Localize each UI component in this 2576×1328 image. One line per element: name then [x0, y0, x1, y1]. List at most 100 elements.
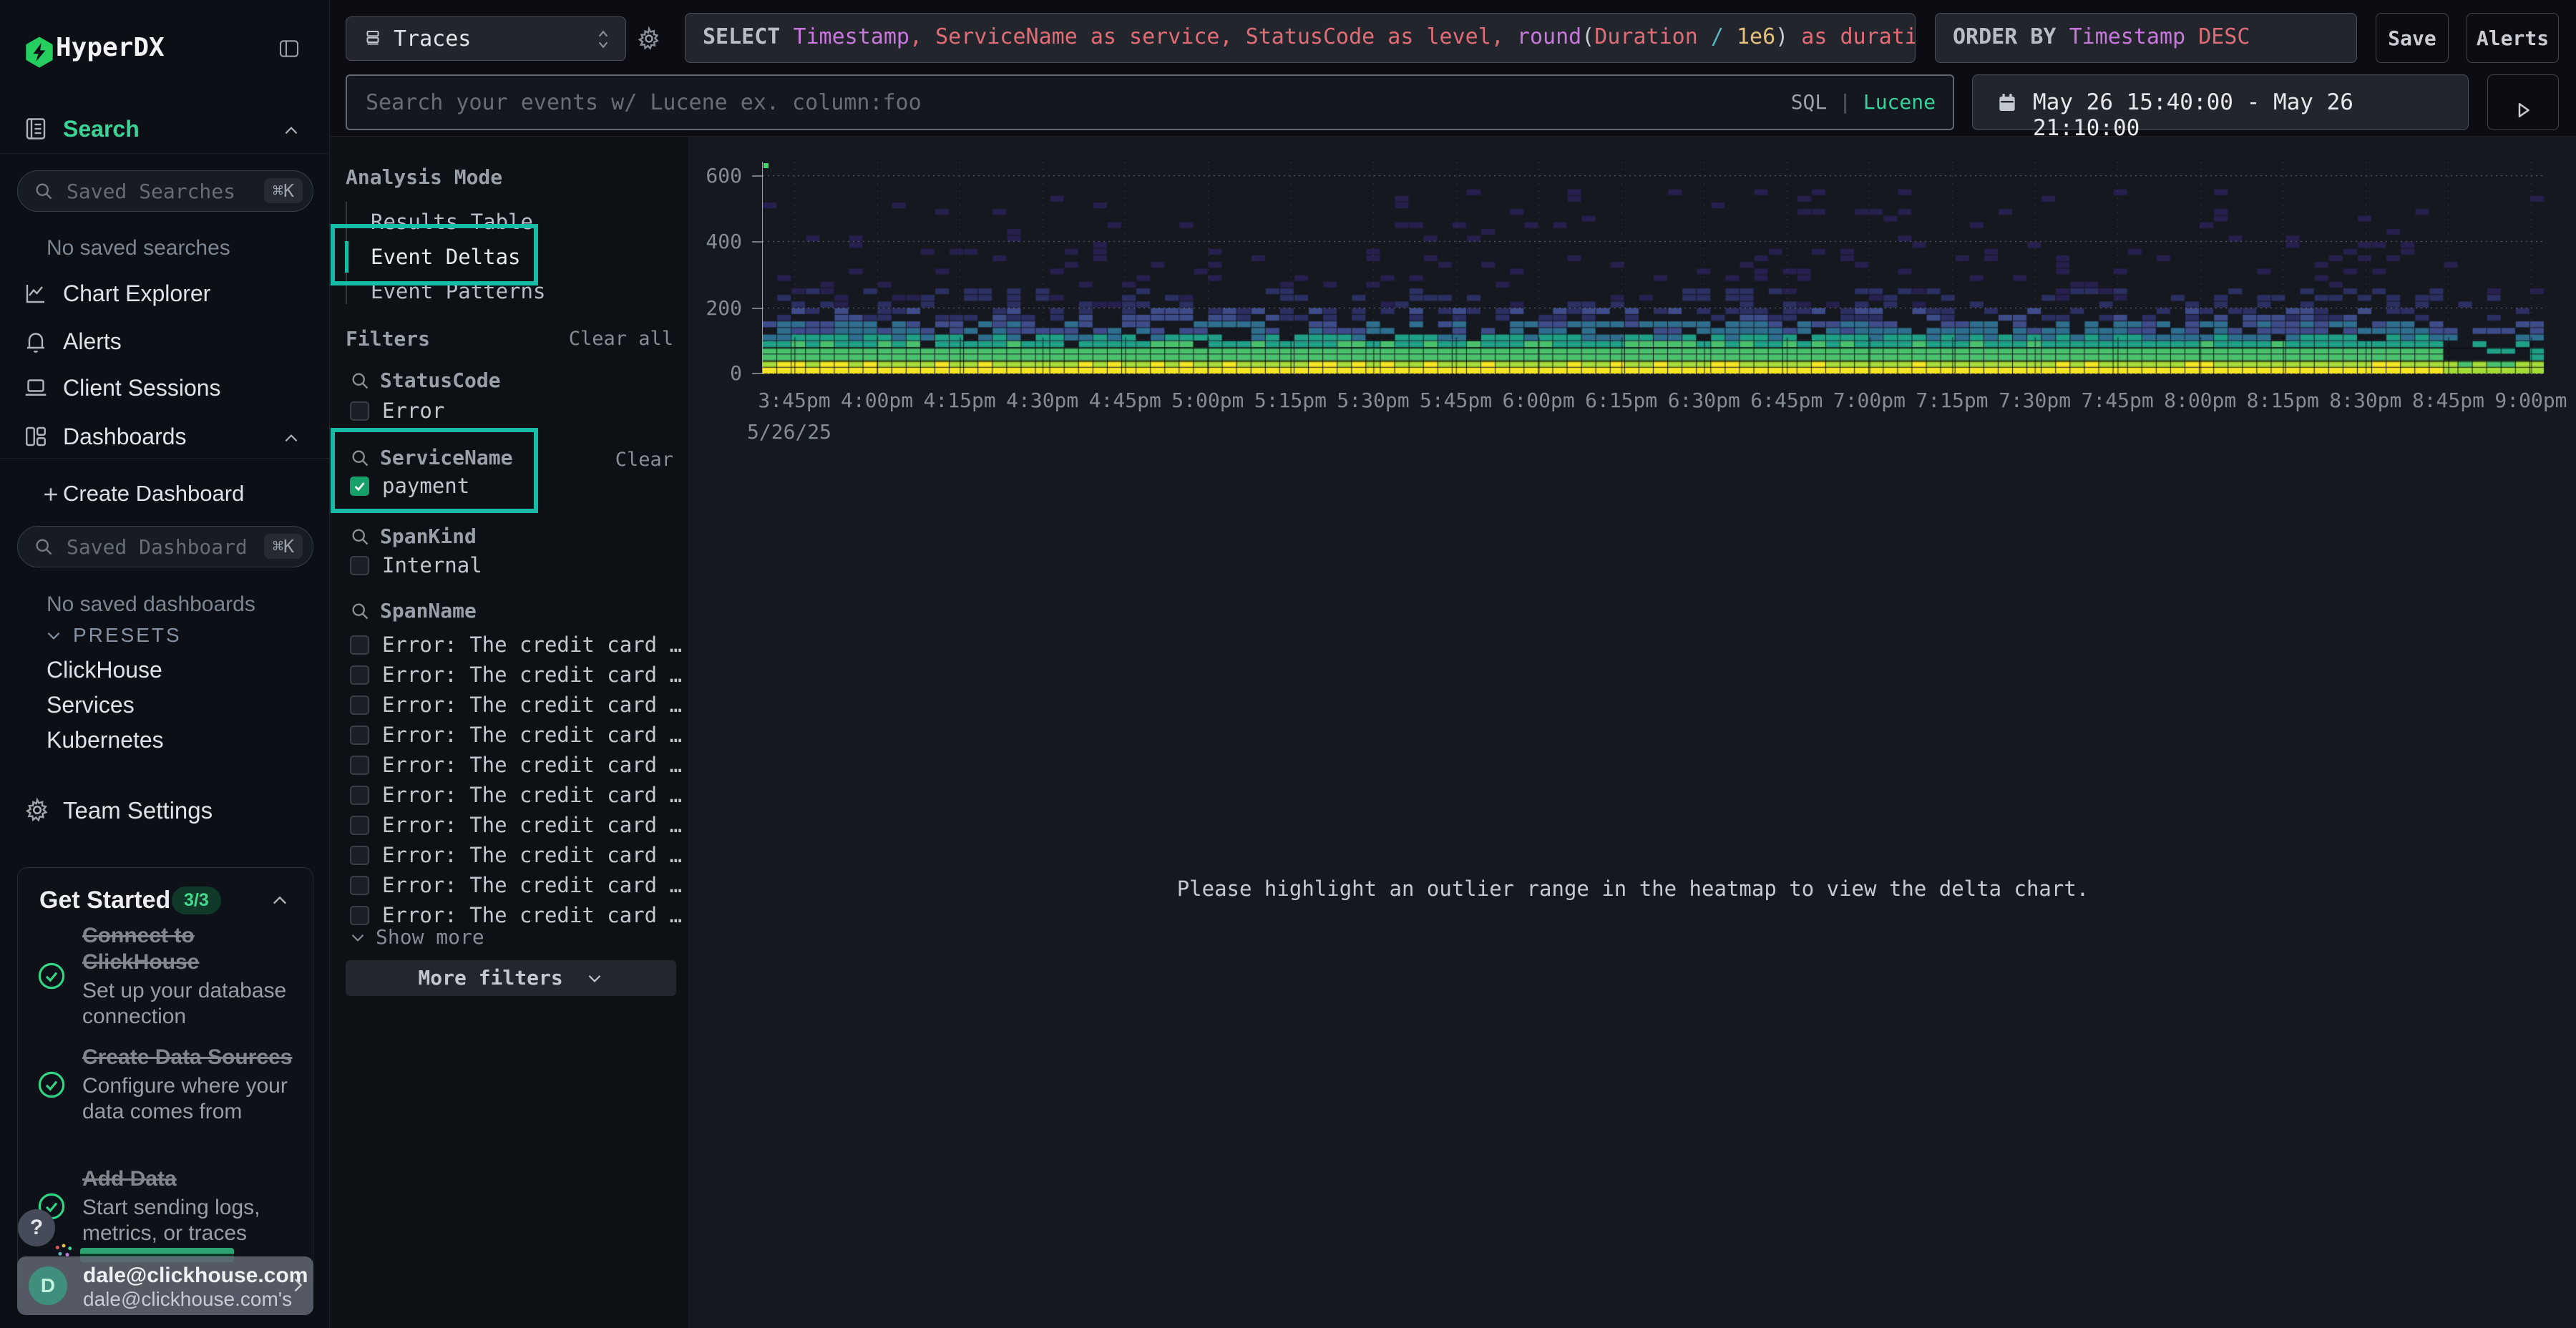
- checkbox-unchecked[interactable]: [350, 846, 369, 865]
- filter-option-spanname[interactable]: Error: The credit card …: [350, 903, 682, 927]
- filter-option-label: Error: The credit card …: [382, 843, 682, 867]
- search-icon: [34, 537, 54, 557]
- sidebar-item-client-sessions[interactable]: Client Sessions: [0, 374, 329, 405]
- source-select[interactable]: Traces: [346, 16, 626, 61]
- checkbox-unchecked[interactable]: [350, 695, 369, 715]
- help-button[interactable]: ?: [18, 1209, 55, 1246]
- filter-option-label: Error: The credit card …: [382, 723, 682, 747]
- chevron-down-icon: [348, 928, 367, 947]
- sidebar-item-dashboards[interactable]: Dashboards: [0, 422, 329, 454]
- filter-option-spanname[interactable]: Error: The credit card …: [350, 813, 682, 837]
- filter-option-spanname[interactable]: Error: The credit card …: [350, 663, 682, 687]
- saved-dashboards-search[interactable]: ⌘K: [17, 526, 313, 567]
- get-started-item[interactable]: Add Data Start sending logs, metrics, or…: [36, 1166, 294, 1246]
- x-axis-tick-label: 5:30pm: [1327, 389, 1420, 412]
- avatar: D: [29, 1266, 67, 1305]
- sql-token: ,: [909, 24, 935, 49]
- more-filters-button[interactable]: More filters: [346, 960, 676, 996]
- search-icon[interactable]: [350, 371, 370, 391]
- filter-option-spanname[interactable]: Error: The credit card …: [350, 753, 682, 777]
- preset-item[interactable]: Kubernetes: [47, 727, 164, 753]
- clear-servicename-button[interactable]: Clear: [573, 449, 673, 471]
- checkbox-unchecked[interactable]: [350, 726, 369, 745]
- mode-event-deltas[interactable]: Event Deltas: [371, 245, 600, 269]
- checkbox-unchecked[interactable]: [350, 906, 369, 925]
- checkbox-unchecked[interactable]: [350, 401, 369, 421]
- event-search-input[interactable]: [364, 80, 1798, 125]
- saved-searches-input[interactable]: [65, 177, 247, 205]
- y-axis-tick-label: 0: [689, 363, 742, 384]
- checkbox-unchecked[interactable]: [350, 756, 369, 775]
- checkbox-unchecked[interactable]: [350, 635, 369, 655]
- sidebar-item-search[interactable]: Search: [0, 114, 329, 146]
- chevron-up-icon[interactable]: [282, 429, 301, 448]
- saved-dashboards-input[interactable]: [65, 532, 247, 561]
- filter-option-spanname[interactable]: Error: The credit card …: [350, 843, 682, 867]
- checkbox-unchecked[interactable]: [350, 786, 369, 805]
- get-started-item[interactable]: Create Data Sources Configure where your…: [36, 1044, 294, 1125]
- order-by-editor[interactable]: ORDER BY Timestamp DESC: [1935, 13, 2357, 63]
- save-button[interactable]: Save: [2376, 13, 2449, 63]
- search-icon[interactable]: [350, 527, 370, 547]
- create-dashboard-button[interactable]: Create Dashboard: [0, 479, 329, 511]
- get-started-card: Get Started 3/3 Connect to ClickHouse Se…: [17, 867, 313, 1291]
- get-started-item-title: Create Data Sources: [82, 1044, 294, 1070]
- checkbox-unchecked[interactable]: [350, 556, 369, 575]
- date-range-picker[interactable]: May 26 15:40:00 - May 26 21:10:00: [1972, 74, 2469, 130]
- lang-sql-button[interactable]: SQL: [1791, 90, 1828, 114]
- checkbox-checked[interactable]: [350, 477, 369, 496]
- sidebar-item-chart-explorer[interactable]: Chart Explorer: [0, 279, 329, 311]
- sql-token: 1e6: [1737, 24, 1775, 49]
- preset-item[interactable]: Services: [47, 692, 135, 718]
- filter-option-error[interactable]: Error: [350, 399, 444, 423]
- chevron-up-icon[interactable]: [282, 122, 301, 140]
- alerts-button[interactable]: Alerts: [2467, 13, 2559, 63]
- show-more-button[interactable]: Show more: [348, 925, 484, 949]
- filter-group-servicename: ServiceName: [350, 446, 512, 469]
- sidebar-item-alerts[interactable]: Alerts: [0, 327, 329, 358]
- checkbox-unchecked[interactable]: [350, 665, 369, 685]
- filter-option-spanname[interactable]: Error: The credit card …: [350, 693, 682, 717]
- x-axis-tick-label: 6:30pm: [1657, 389, 1750, 412]
- chevron-up-icon[interactable]: [270, 891, 290, 911]
- filter-option-label: Internal: [382, 553, 482, 577]
- hyperdx-app: HyperDX Search ⌘K No saved searches: [0, 0, 2576, 1328]
- presets-toggle[interactable]: PRESETS: [44, 624, 182, 647]
- x-axis-tick-label: 4:45pm: [1078, 389, 1171, 412]
- filter-group-name: SpanKind: [380, 524, 477, 548]
- check-circle-icon: [36, 1070, 67, 1100]
- run-query-button[interactable]: [2487, 74, 2559, 130]
- search-icon[interactable]: [350, 448, 370, 468]
- gear-icon[interactable]: [636, 26, 662, 52]
- panel-toggle-icon[interactable]: [278, 37, 301, 60]
- mode-results-table[interactable]: Results Table: [371, 210, 600, 234]
- search-icon[interactable]: [350, 601, 370, 621]
- checkbox-unchecked[interactable]: [350, 816, 369, 835]
- sql-token: Timestamp: [793, 24, 909, 49]
- filter-option-label: Error: The credit card …: [382, 663, 682, 687]
- mode-event-patterns[interactable]: Event Patterns: [371, 279, 600, 303]
- preset-item[interactable]: ClickHouse: [47, 657, 162, 683]
- sql-query-editor[interactable]: SELECT Timestamp, ServiceName as service…: [685, 13, 1916, 63]
- lang-lucene-button[interactable]: Lucene: [1863, 90, 1936, 114]
- sql-token: /: [1698, 24, 1737, 49]
- sidebar-item-team-settings[interactable]: Team Settings: [0, 796, 329, 827]
- search-list-icon: [23, 116, 49, 142]
- filter-option-spanname[interactable]: Error: The credit card …: [350, 633, 682, 657]
- filter-option-spanname[interactable]: Error: The credit card …: [350, 873, 682, 897]
- checkbox-unchecked[interactable]: [350, 876, 369, 895]
- calendar-icon: [1996, 91, 2019, 114]
- duration-heatmap[interactable]: [763, 162, 2545, 374]
- check-circle-icon: [36, 961, 67, 991]
- filter-option-payment[interactable]: payment: [350, 474, 469, 498]
- user-menu[interactable]: D dale@clickhouse.com dale@clickhouse.co…: [17, 1256, 313, 1315]
- get-started-item[interactable]: Connect to ClickHouse Set up your databa…: [36, 922, 294, 1030]
- x-axis-tick-label: 8:30pm: [2319, 389, 2412, 412]
- dashboard-grid-icon: [23, 424, 49, 449]
- filter-option-internal[interactable]: Internal: [350, 553, 482, 577]
- saved-searches-search[interactable]: ⌘K: [17, 170, 313, 212]
- clear-all-button[interactable]: Clear all: [559, 328, 673, 350]
- user-workspace: dale@clickhouse.com's: [83, 1288, 292, 1311]
- filter-option-spanname[interactable]: Error: The credit card …: [350, 723, 682, 747]
- filter-option-spanname[interactable]: Error: The credit card …: [350, 783, 682, 807]
